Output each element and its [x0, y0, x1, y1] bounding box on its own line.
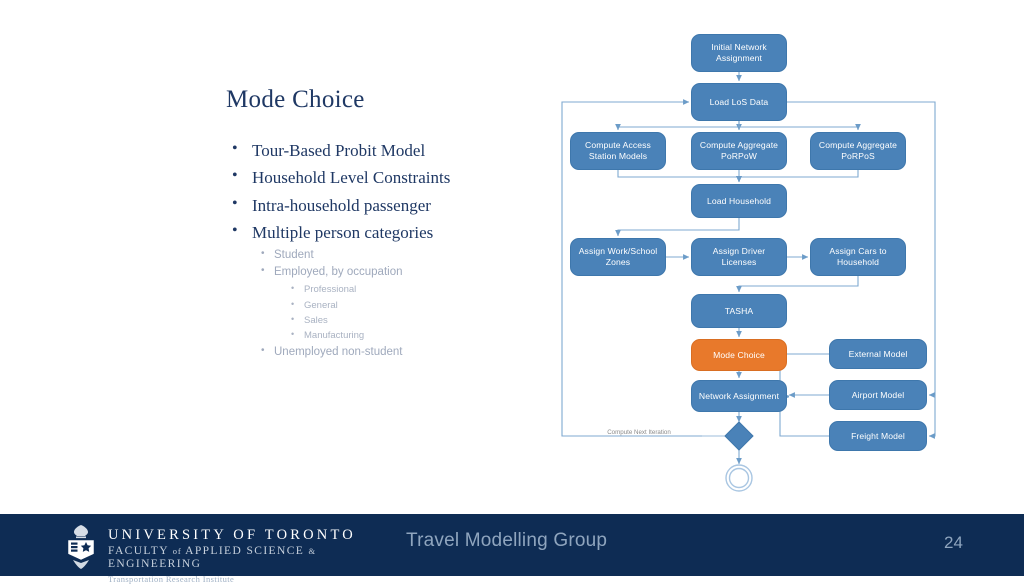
flow-node-label: Compute Aggregate PoRPoW: [699, 140, 779, 161]
sub-sub-bullet-item: • General: [274, 298, 526, 313]
flow-node-load-household[interactable]: Load Household: [691, 184, 787, 218]
sub-sub-bullet-label: General: [304, 299, 338, 311]
flow-node-label: Network Assignment: [698, 390, 780, 401]
bullet-marker-icon: •: [232, 194, 238, 212]
bullet-label: Intra-household passenger: [252, 195, 431, 215]
footer-title: Travel Modelling Group: [406, 530, 608, 551]
flow-node-initial-network-assignment[interactable]: Initial Network Assignment: [691, 34, 787, 72]
bullet-label: Household Level Constraints: [252, 168, 451, 187]
flow-node-label: Freight Model: [851, 430, 905, 441]
edge-label-compute-next-iteration: Compute Next Iteration: [607, 429, 671, 436]
bullet-marker-icon: •: [291, 313, 295, 324]
decision-diamond[interactable]: [724, 421, 754, 451]
flow-node-label: Assign Cars to Household: [829, 246, 887, 267]
bullet-marker-icon: •: [291, 283, 295, 294]
bullet-item: • Tour-Based Probit Model: [226, 138, 526, 164]
flow-node-label: Airport Model: [851, 389, 905, 400]
bullet-marker-icon: •: [261, 344, 265, 356]
uoft-crest-icon: [67, 525, 95, 569]
slide-footer: UNIVERSITY OF TORONTO FACULTY of APPLIED…: [0, 514, 1024, 584]
flow-node-assign-cars-to-household[interactable]: Assign Cars to Household: [810, 238, 906, 276]
logo-applied-science-word: APPLIED SCIENCE: [185, 544, 305, 557]
sub-bullet-item: • Student: [252, 247, 526, 265]
bullet-marker-icon: •: [232, 167, 238, 184]
flow-node-label: Mode Choice: [713, 349, 765, 360]
flow-node-label: TASHA: [724, 305, 754, 316]
flow-node-compute-aggregate-porpow[interactable]: Compute Aggregate PoRPoW: [691, 132, 787, 170]
page-title: Mode Choice: [226, 86, 365, 113]
slide-canvas: Mode Choice • Tour-Based Probit Model • …: [0, 0, 1024, 584]
bullet-list-level1: • Tour-Based Probit Model • Household Le…: [226, 138, 526, 362]
sub-sub-bullet-label: Manufacturing: [304, 330, 365, 342]
flow-node-label: Load LoS Data: [709, 96, 769, 107]
sub-bullet-label: Employed, by occupation: [274, 266, 403, 279]
bullet-marker-icon: •: [291, 329, 295, 340]
bullet-label: Tour-Based Probit Model: [252, 140, 426, 160]
logo-engineering-word: ENGINEERING: [108, 558, 202, 571]
bullet-marker-icon: •: [291, 298, 295, 309]
bullet-item: • Intra-household passenger: [226, 193, 526, 219]
bullet-item: • Household Level Constraints: [226, 165, 526, 191]
bullet-marker-icon: •: [261, 265, 265, 277]
flow-node-label: External Model: [848, 348, 908, 359]
end-circle-inner: [728, 467, 750, 489]
logo-of-word: of: [172, 545, 182, 556]
logo-faculty-word: FACULTY: [108, 544, 169, 557]
sub-sub-bullet-item: • Manufacturing: [274, 328, 526, 343]
sub-sub-bullet-item: • Professional: [274, 282, 526, 297]
bullet-marker-icon: •: [232, 139, 238, 157]
model-flowchart: Compute Next Iteration Initial Network A…: [552, 22, 952, 502]
flow-node-assign-driver-licenses[interactable]: Assign Driver Licenses: [691, 238, 787, 276]
sub-bullet-item: • Unemployed non-student: [252, 344, 526, 362]
flow-node-mode-choice[interactable]: Mode Choice: [691, 339, 787, 371]
logo-line-university: UNIVERSITY OF TORONTO: [108, 527, 356, 543]
flow-node-external-model[interactable]: External Model: [829, 339, 927, 369]
flow-node-airport-model[interactable]: Airport Model: [829, 380, 927, 410]
content-text-column: Mode Choice • Tour-Based Probit Model • …: [226, 86, 526, 363]
sub-sub-bullet-item: • Sales: [274, 313, 526, 328]
flow-node-network-assignment[interactable]: Network Assignment: [691, 380, 787, 412]
flow-node-assign-work-school-zones[interactable]: Assign Work/School Zones: [570, 238, 666, 276]
bullet-label: Multiple person categories: [252, 223, 434, 242]
bullet-item: • Multiple person categories • Student •…: [226, 220, 526, 361]
flow-node-freight-model[interactable]: Freight Model: [829, 421, 927, 451]
university-logo-text: UNIVERSITY OF TORONTO FACULTY of APPLIED…: [108, 527, 390, 584]
flow-node-label: Compute Access Station Models: [585, 140, 651, 161]
flow-node-label: Assign Work/School Zones: [578, 246, 658, 267]
flow-node-label: Compute Aggregate PoRPoS: [818, 140, 898, 161]
bullet-marker-icon: •: [261, 247, 265, 259]
flow-node-compute-aggregate-porpos[interactable]: Compute Aggregate PoRPoS: [810, 132, 906, 170]
sub-sub-bullet-label: Professional: [304, 284, 357, 296]
bullet-marker-icon: •: [232, 222, 238, 239]
sub-bullet-item: • Employed, by occupation • Professional…: [252, 264, 526, 343]
sub-bullet-label: Student: [274, 248, 314, 261]
flow-node-compute-access-station-models[interactable]: Compute Access Station Models: [570, 132, 666, 170]
flow-node-load-los-data[interactable]: Load LoS Data: [691, 83, 787, 121]
logo-line-faculty: FACULTY of APPLIED SCIENCE & ENGINEERING: [108, 545, 390, 573]
bullet-list-level2: • Student • Employed, by occupation • Pr…: [252, 247, 526, 362]
page-number: 24: [944, 533, 963, 552]
flow-node-label: Initial Network Assignment: [711, 42, 767, 63]
flow-node-label: Load Household: [707, 195, 771, 206]
flow-node-label: Assign Driver Licenses: [712, 246, 766, 267]
bullet-list-level3: • Professional • General • Sales • Manuf…: [274, 282, 526, 344]
flow-node-tasha[interactable]: TASHA: [691, 294, 787, 328]
sub-sub-bullet-label: Sales: [304, 314, 328, 326]
logo-ampersand: &: [308, 545, 316, 556]
sub-bullet-label: Unemployed non-student: [274, 345, 403, 358]
university-logo: UNIVERSITY OF TORONTO FACULTY of APPLIED…: [60, 522, 390, 584]
